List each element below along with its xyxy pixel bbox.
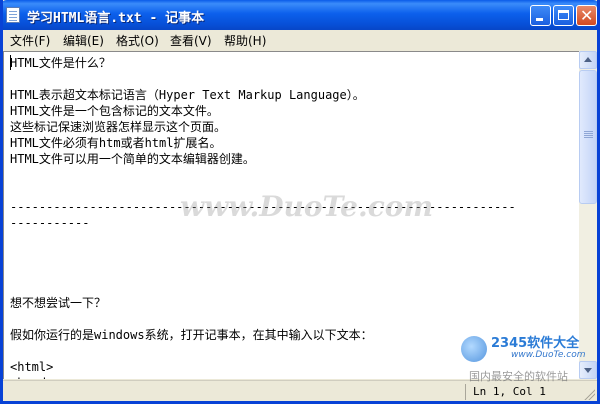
- minimize-icon: [536, 18, 543, 21]
- minimize-button[interactable]: [530, 5, 551, 26]
- menu-view[interactable]: 查看(V): [170, 32, 212, 49]
- brand-slogan: 国内最安全的软件站: [469, 370, 568, 383]
- scroll-up-button[interactable]: [579, 51, 597, 69]
- maximize-icon: [558, 10, 569, 20]
- notepad-icon[interactable]: [6, 7, 20, 23]
- maximize-button[interactable]: [553, 5, 574, 26]
- close-icon: ✕: [580, 6, 594, 25]
- close-button[interactable]: ✕: [576, 5, 597, 26]
- grip-icon: [584, 131, 593, 132]
- brand-watermark: 2345软件大全 www.DuoTe.com 国内最安全的软件站: [455, 330, 600, 383]
- arrow-up-icon: [584, 57, 592, 62]
- scroll-thumb[interactable]: [579, 70, 597, 204]
- brand-name: 2345软件大全: [491, 336, 580, 351]
- cursor-position: Ln 1, Col 1: [473, 385, 546, 398]
- text-caret: [10, 55, 11, 70]
- menu-edit[interactable]: 编辑(E): [63, 32, 104, 49]
- menu-help[interactable]: 帮助(H): [224, 32, 266, 49]
- watermark-text: www.DuoTe.com: [180, 190, 434, 223]
- brand-logo-icon: [461, 336, 487, 362]
- resize-grip-icon[interactable]: [583, 388, 595, 400]
- menu-file[interactable]: 文件(F): [10, 32, 50, 49]
- window-title: 学习HTML语言.txt - 记事本: [27, 11, 205, 26]
- status-divider: [465, 384, 466, 400]
- title-bar[interactable]: 学习HTML语言.txt - 记事本 ✕: [3, 0, 597, 30]
- menu-bar: 文件(F) 编辑(E) 格式(O) 查看(V) 帮助(H): [3, 30, 597, 50]
- menu-format[interactable]: 格式(O): [116, 32, 159, 49]
- brand-url: www.DuoTe.com: [511, 350, 586, 360]
